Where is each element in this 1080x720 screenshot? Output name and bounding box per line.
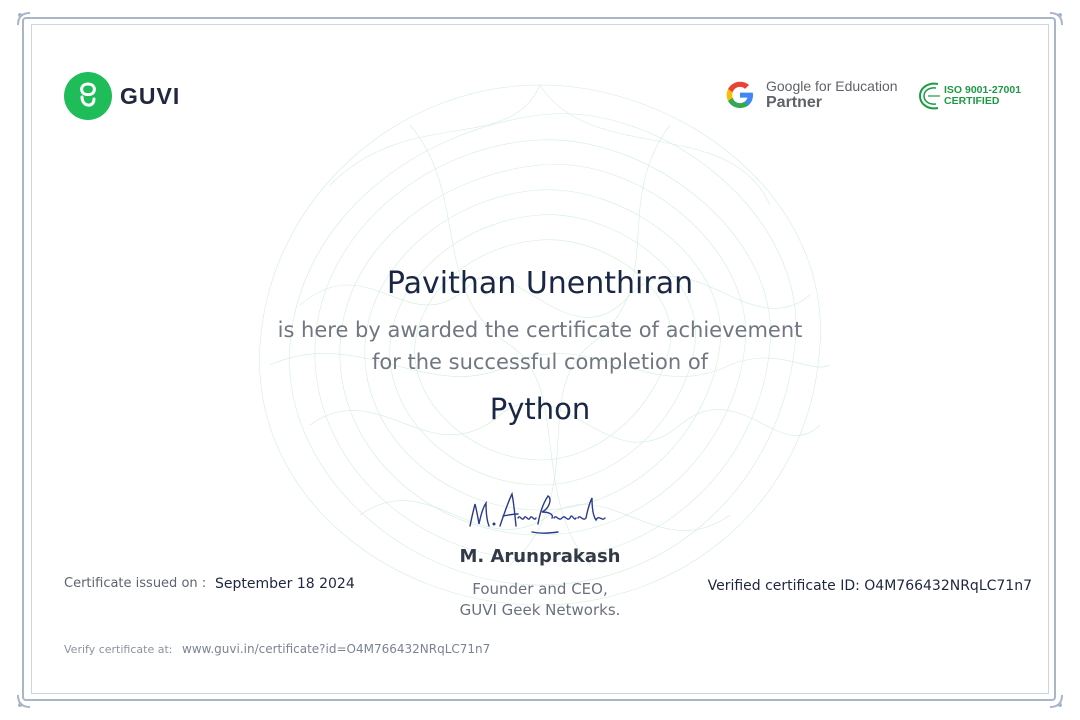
award-statement-line1: is here by awarded the certificate of ac… xyxy=(277,318,803,342)
verify-certificate-label: Verify certificate at: xyxy=(64,643,173,656)
iso-certified-badge: ISO 9001-27001 CERTIFIED xyxy=(918,80,1021,112)
signatory-name: M. Arunprakash xyxy=(459,546,621,567)
google-g-icon xyxy=(726,81,753,109)
verified-certificate-id: Verified certificate ID: O4M766432NRqLC7… xyxy=(707,578,1032,594)
guvi-logo-text: GUVI xyxy=(120,82,181,109)
corner-ornament-icon xyxy=(1049,12,1063,26)
award-statement-line2: for the successful completion of xyxy=(371,350,709,374)
signatory-title-line2: GUVI Geek Networks. xyxy=(459,601,621,619)
corner-ornament-icon xyxy=(17,694,31,708)
issued-on-date: September 18 2024 xyxy=(215,576,355,592)
partner-line1: Google for Education xyxy=(766,78,898,94)
iso-globe-icon xyxy=(918,82,940,110)
iso-line2: CERTIFIED xyxy=(944,95,1000,107)
signature-image xyxy=(469,491,606,534)
google-partner-badge: Google for Education Partner xyxy=(724,78,898,112)
partner-line2: Partner xyxy=(766,94,823,112)
guvi-logo-icon xyxy=(64,72,112,120)
recipient-name: Pavithan Unenthiran xyxy=(386,266,694,301)
verify-certificate-link[interactable]: www.guvi.in/certificate?id=O4M766432NRqL… xyxy=(182,642,490,656)
corner-ornament-icon xyxy=(17,12,31,26)
guvi-logo: GUVI xyxy=(64,72,180,120)
issued-on-label: Certificate issued on : xyxy=(64,576,207,591)
course-name: Python xyxy=(489,392,591,426)
corner-ornament-icon xyxy=(1049,694,1063,708)
